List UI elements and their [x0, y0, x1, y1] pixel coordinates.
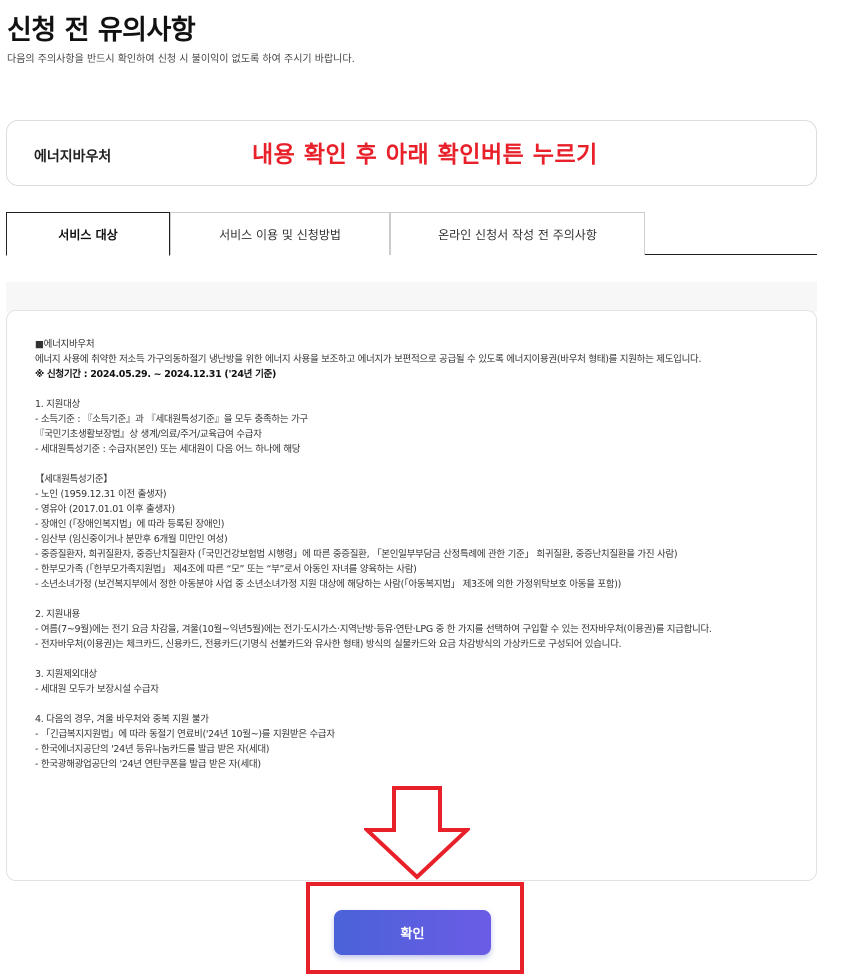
content-line: - 소득기준 : 『소득기준』과 『세대원특성기준』을 모두 충족하는 가구: [35, 414, 308, 425]
content-line: - 한국광해광업공단의 '24년 연탄쿠폰을 발급 받은 자(세대): [35, 759, 261, 770]
content-line: [35, 382, 805, 397]
content-line: [35, 457, 805, 472]
section-heading: 2. 지원내용: [35, 609, 80, 620]
content-line: - 장애인 (「장애인복지법」에 따라 등록된 장애인): [35, 519, 225, 530]
voucher-name: 에너지바우처: [34, 149, 112, 165]
tab-service-usage[interactable]: 서비스 이용 및 신청방법: [170, 212, 390, 255]
content-line: - 영유아 (2017.01.01 이후 출생자): [35, 504, 175, 515]
content-line: 에너지 사용에 취약한 저소득 가구의동하절기 냉난방을 위한 에너지 사용을 …: [35, 354, 702, 365]
instruction-annotation: 내용 확인 후 아래 확인버튼 누르기: [252, 142, 598, 168]
content-line: ■에너지바우처: [35, 339, 95, 350]
content-line: 『국민기초생활보장법』상 생계/의료/주거/교육급여 수급자: [35, 429, 262, 440]
content-line: [35, 652, 805, 667]
content-line: - 세대원특성기준 : 수급자(본인) 또는 세대원이 다음 어느 하나에 해당: [35, 444, 301, 455]
content-line: - 한부모가족 (「한부모가족지원법」 제4조에 따른 “모” 또는 “부”로서…: [35, 564, 417, 575]
content-line: - 중증질환자, 희귀질환자, 중증난치질환자 (「국민건강보험법 시행령」에 …: [35, 549, 678, 560]
voucher-summary-box: 에너지바우처 내용 확인 후 아래 확인버튼 누르기: [6, 120, 817, 186]
section-heading: 1. 지원대상: [35, 399, 80, 410]
page-title: 신청 전 유의사항: [7, 15, 196, 46]
application-period: ※ 신청기간 : 2024.05.29. ~ 2024.12.31 ('24년 …: [35, 369, 277, 380]
section-heading: 【세대원특성기준】: [35, 474, 113, 485]
down-arrow-outline-icon: [364, 786, 470, 880]
tab-online-notes[interactable]: 온라인 신청서 작성 전 주의사항: [390, 212, 645, 255]
section-heading: 4. 다음의 경우, 겨울 바우처와 중복 지원 불가: [35, 714, 209, 725]
content-line: - 임산부 (임신중이거나 분만후 6개월 미만인 여성): [35, 534, 228, 545]
content-line: - 노인 (1959.12.31 이전 출생자): [35, 489, 167, 500]
content-line: [35, 697, 805, 712]
tab-bar: 서비스 대상 서비스 이용 및 신청방법 온라인 신청서 작성 전 주의사항: [6, 212, 817, 256]
content-line: [35, 592, 805, 607]
content-line: - 전자바우처(이용권)는 체크카드, 신용카드, 전용카드(기명식 선불카드와…: [35, 639, 622, 650]
content-line: - 세대원 모두가 보장시설 수급자: [35, 684, 159, 695]
section-heading: 3. 지원제외대상: [35, 669, 97, 680]
tab-service-target[interactable]: 서비스 대상: [6, 212, 170, 256]
page-subtitle: 다음의 주의사항을 반드시 확인하여 신청 시 불이익이 없도록 하여 주시기 …: [7, 54, 355, 65]
content-text: ■에너지바우처 에너지 사용에 취약한 저소득 가구의동하절기 냉난방을 위한 …: [35, 337, 805, 772]
content-line: - 소년소녀가정 (보건복지부에서 정한 아동분야 사업 중 소년소녀가정 지원…: [35, 579, 622, 590]
content-line: - 「긴급복지지원법」에 따라 동절기 연료비('24년 10월~)를 지원받은…: [35, 729, 335, 740]
content-line: - 여름(7~9월)에는 전기 요금 차감을, 겨울(10월~익년5월)에는 전…: [35, 624, 712, 635]
content-line: - 한국에너지공단의 '24년 등유나눔카드를 발급 받은 자(세대): [35, 744, 270, 755]
confirm-button[interactable]: 확인: [334, 910, 491, 955]
content-header-band: [6, 282, 817, 312]
